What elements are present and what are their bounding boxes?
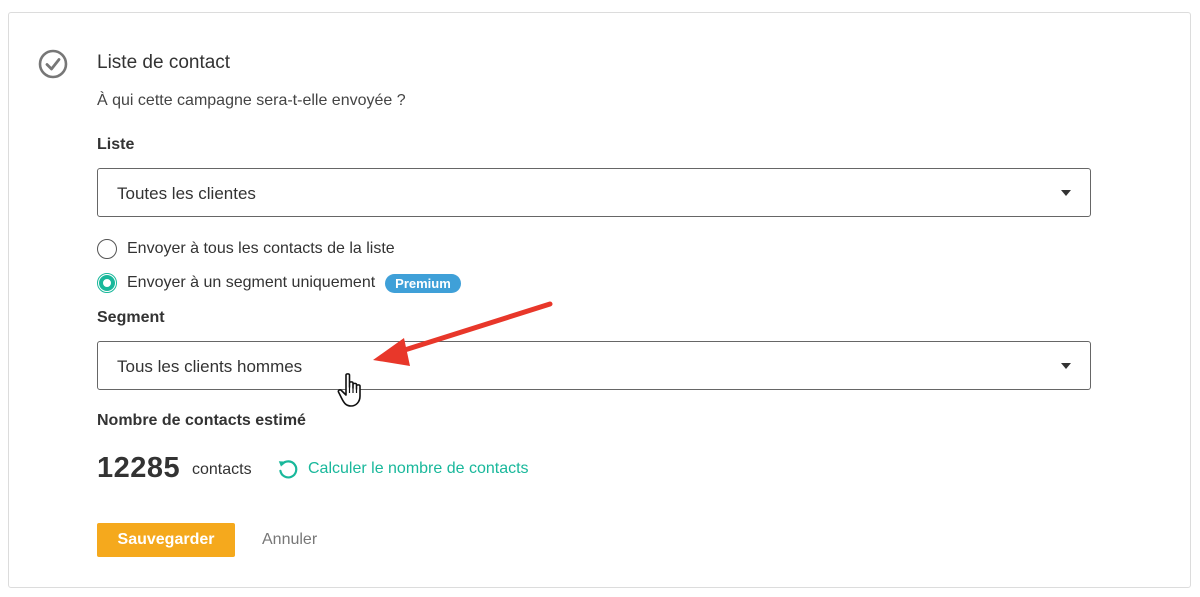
check-circle-icon (38, 49, 68, 79)
radio-button-segment[interactable] (97, 273, 117, 293)
radio-label-all: Envoyer à tous les contacts de la liste (127, 240, 395, 257)
cancel-button[interactable]: Annuler (262, 523, 317, 557)
premium-badge: Premium (385, 273, 461, 293)
contact-count-unit: contacts (192, 461, 252, 478)
calculate-contacts-link[interactable]: Calculer le nombre de contacts (277, 458, 529, 480)
section-subtitle: À qui cette campagne sera-t-elle envoyée… (97, 92, 406, 109)
list-label: Liste (97, 136, 135, 153)
radio-option-all-contacts[interactable]: Envoyer à tous les contacts de la liste (97, 238, 395, 260)
caret-down-icon (1061, 363, 1071, 369)
radio-button-all[interactable] (97, 239, 117, 259)
contact-count: 12285 (97, 452, 181, 484)
segment-select[interactable]: Tous les clients hommes (97, 341, 1091, 390)
refresh-icon (278, 460, 298, 479)
radio-label-segment: Envoyer à un segment uniquement (127, 274, 376, 291)
segment-label: Segment (97, 309, 165, 326)
radio-option-segment-only[interactable]: Envoyer à un segment uniquement Premium (97, 272, 461, 294)
caret-down-icon (1061, 190, 1071, 196)
section-title: Liste de contact (97, 52, 231, 73)
list-select-value: Toutes les clientes (117, 184, 256, 203)
list-select[interactable]: Toutes les clientes (97, 168, 1091, 217)
segment-select-value: Tous les clients hommes (117, 357, 303, 376)
save-button[interactable]: Sauvegarder (97, 523, 235, 557)
calculate-contacts-label: Calculer le nombre de contacts (308, 460, 529, 477)
estimate-label: Nombre de contacts estimé (97, 412, 306, 429)
